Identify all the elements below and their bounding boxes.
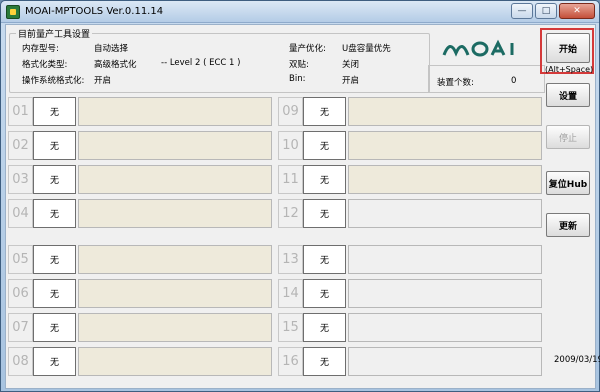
logo-icon bbox=[442, 39, 514, 57]
os-format-label: 操作系统格式化: bbox=[22, 76, 85, 86]
optimize-value: U盘容量优先 bbox=[342, 44, 391, 54]
port-slot-11: 11 无 bbox=[278, 165, 542, 194]
port-info bbox=[348, 97, 542, 126]
maximize-icon[interactable]: □ bbox=[535, 3, 557, 19]
app-icon[interactable] bbox=[6, 5, 20, 19]
port-number: 16 bbox=[278, 347, 303, 376]
port-slot-05: 05 无 bbox=[8, 245, 272, 274]
os-format-value: 开启 bbox=[94, 76, 112, 86]
memory-type-value: 自动选择 bbox=[94, 44, 129, 54]
port-info bbox=[78, 199, 272, 228]
port-slot-15: 15 无 bbox=[278, 313, 542, 342]
port-slot-14: 14 无 bbox=[278, 279, 542, 308]
format-type-label: 格式化类型: bbox=[22, 60, 68, 70]
port-state: 无 bbox=[303, 313, 346, 342]
port-info bbox=[348, 199, 542, 228]
port-info bbox=[78, 347, 272, 376]
start-button[interactable]: 开始 bbox=[546, 33, 590, 63]
port-slot-13: 13 无 bbox=[278, 245, 542, 274]
port-info bbox=[78, 97, 272, 126]
port-slot-12: 12 无 bbox=[278, 199, 542, 228]
port-slot-06: 06 无 bbox=[8, 279, 272, 308]
port-number: 01 bbox=[8, 97, 33, 126]
close-icon[interactable]: ✕ bbox=[559, 3, 595, 19]
start-shortcut-hint: (Alt+Space) bbox=[545, 65, 594, 74]
main-panel: 目前量产工具设置 内存型号: 自动选择 格式化类型: 高级格式化 -- Leve… bbox=[5, 24, 600, 389]
port-state: 无 bbox=[303, 245, 346, 274]
dual-value: 关闭 bbox=[342, 60, 360, 70]
port-state: 无 bbox=[33, 279, 76, 308]
port-number: 11 bbox=[278, 165, 303, 194]
stop-button[interactable]: 停止 bbox=[546, 125, 590, 149]
port-number: 05 bbox=[8, 245, 33, 274]
port-state: 无 bbox=[303, 279, 346, 308]
port-info bbox=[348, 347, 542, 376]
port-slot-01: 01 无 bbox=[8, 97, 272, 126]
port-info bbox=[78, 131, 272, 160]
port-number: 03 bbox=[8, 165, 33, 194]
device-count-value: 0 bbox=[511, 76, 517, 86]
optimize-label: 量产优化: bbox=[289, 44, 326, 54]
port-number: 10 bbox=[278, 131, 303, 160]
port-number: 07 bbox=[8, 313, 33, 342]
port-number: 08 bbox=[8, 347, 33, 376]
port-state: 无 bbox=[33, 347, 76, 376]
port-slot-07: 07 无 bbox=[8, 313, 272, 342]
port-state: 无 bbox=[303, 131, 346, 160]
port-state: 无 bbox=[33, 199, 76, 228]
build-date: 2009/03/19 bbox=[554, 355, 600, 365]
port-slot-09: 09 无 bbox=[278, 97, 542, 126]
format-level-value: -- Level 2 ( ECC 1 ) bbox=[161, 58, 241, 68]
caption-buttons: — □ ✕ bbox=[511, 3, 595, 19]
port-slot-08: 08 无 bbox=[8, 347, 272, 376]
port-number: 12 bbox=[278, 199, 303, 228]
port-number: 02 bbox=[8, 131, 33, 160]
port-info bbox=[78, 279, 272, 308]
port-state: 无 bbox=[303, 97, 346, 126]
port-info bbox=[348, 131, 542, 160]
port-state: 无 bbox=[303, 165, 346, 194]
app-window: MOAI-MPTOOLS Ver.0.11.14 — □ ✕ 目前量产工具设置 … bbox=[0, 0, 600, 392]
port-slot-02: 02 无 bbox=[8, 131, 272, 160]
port-info bbox=[348, 245, 542, 274]
port-state: 无 bbox=[303, 347, 346, 376]
port-number: 14 bbox=[278, 279, 303, 308]
port-state: 无 bbox=[33, 165, 76, 194]
memory-type-label: 内存型号: bbox=[22, 44, 59, 54]
port-state: 无 bbox=[33, 313, 76, 342]
port-slot-04: 04 无 bbox=[8, 199, 272, 228]
update-button[interactable]: 更新 bbox=[546, 213, 590, 237]
port-number: 09 bbox=[278, 97, 303, 126]
port-state: 无 bbox=[303, 199, 346, 228]
title-bar[interactable]: MOAI-MPTOOLS Ver.0.11.14 — □ ✕ bbox=[1, 1, 599, 23]
settings-button[interactable]: 设置 bbox=[546, 83, 590, 107]
window-title: MOAI-MPTOOLS Ver.0.11.14 bbox=[25, 6, 164, 17]
settings-group: 目前量产工具设置 内存型号: 自动选择 格式化类型: 高级格式化 -- Leve… bbox=[9, 27, 430, 93]
port-info bbox=[348, 279, 542, 308]
bin-label: Bin: bbox=[289, 74, 306, 84]
port-state: 无 bbox=[33, 245, 76, 274]
reset-hub-button[interactable]: 复位Hub bbox=[546, 171, 590, 195]
port-number: 15 bbox=[278, 313, 303, 342]
port-info bbox=[78, 245, 272, 274]
dual-label: 双贴: bbox=[289, 60, 309, 70]
port-number: 06 bbox=[8, 279, 33, 308]
settings-group-title: 目前量产工具设置 bbox=[16, 27, 93, 40]
port-info bbox=[348, 165, 542, 194]
port-state: 无 bbox=[33, 131, 76, 160]
device-count-label: 装置个数: bbox=[437, 78, 474, 88]
port-info bbox=[348, 313, 542, 342]
bin-value: 开启 bbox=[342, 76, 360, 86]
port-slot-10: 10 无 bbox=[278, 131, 542, 160]
port-state: 无 bbox=[33, 97, 76, 126]
port-info bbox=[78, 313, 272, 342]
port-slot-16: 16 无 bbox=[278, 347, 542, 376]
format-type-value: 高级格式化 bbox=[94, 60, 137, 70]
port-info bbox=[78, 165, 272, 194]
device-count-box: 装置个数: 0 bbox=[428, 65, 545, 93]
port-slot-03: 03 无 bbox=[8, 165, 272, 194]
minimize-icon[interactable]: — bbox=[511, 3, 533, 19]
port-number: 13 bbox=[278, 245, 303, 274]
port-number: 04 bbox=[8, 199, 33, 228]
